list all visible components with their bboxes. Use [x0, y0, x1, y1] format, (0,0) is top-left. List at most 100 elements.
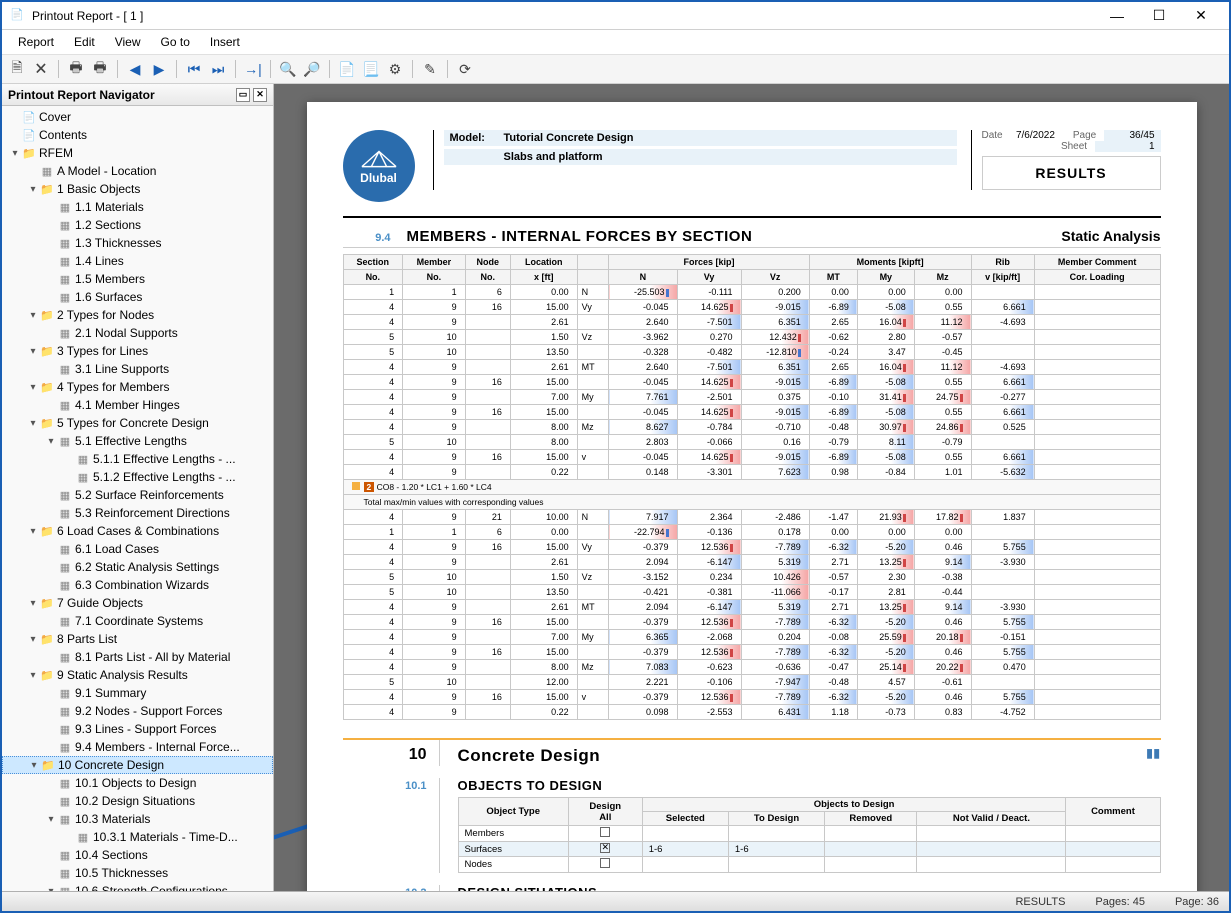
menu-insert[interactable]: Insert [200, 32, 250, 52]
tree-item[interactable]: ▦10.2 Design Situations [2, 792, 273, 810]
delete-icon[interactable]: 🗙 [30, 58, 52, 80]
tree-item[interactable]: ▦1.3 Thicknesses [2, 234, 273, 252]
folder-icon: 📁 [40, 632, 54, 646]
navigator-close-icon[interactable]: ✕ [253, 88, 267, 102]
tree-item[interactable]: ▦2.1 Nodal Supports [2, 324, 273, 342]
tree-item[interactable]: ▦9.4 Members - Internal Force... [2, 738, 273, 756]
tree-item[interactable]: ▦6.1 Load Cases [2, 540, 273, 558]
header-icon[interactable]: 📃 [360, 58, 382, 80]
grid-icon: ▦ [58, 254, 72, 268]
tree-item[interactable]: ▾📁5 Types for Concrete Design [2, 414, 273, 432]
settings-icon[interactable]: ⚙ [384, 58, 406, 80]
tree-item[interactable]: ▦1.1 Materials [2, 198, 273, 216]
minimize-button[interactable]: — [1097, 4, 1137, 28]
tree-item[interactable]: ▾📁9 Static Analysis Results [2, 666, 273, 684]
tree-item[interactable]: ▦A Model - Location [2, 162, 273, 180]
tree-item[interactable]: ▾▦10.3 Materials [2, 810, 273, 828]
grid-icon: ▦ [58, 272, 72, 286]
tree-item[interactable]: ▦7.1 Coordinate Systems [2, 612, 273, 630]
tree-item[interactable]: ▦5.3 Reinforcement Directions [2, 504, 273, 522]
tree-item[interactable]: ▦8.1 Parts List - All by Material [2, 648, 273, 666]
print-all-icon[interactable]: 🖶 [89, 58, 111, 80]
grid-icon: ▦ [58, 884, 72, 891]
tree-item[interactable]: ▾📁1 Basic Objects [2, 180, 273, 198]
tree-item[interactable]: ▦5.1.2 Effective Lengths - ... [2, 468, 273, 486]
zoom-in-icon[interactable]: 🔍 [277, 58, 299, 80]
tree-item[interactable]: 📄Contents [2, 126, 273, 144]
report-header: Dlubal Model: Tutorial Concrete Design S… [343, 130, 1161, 218]
section-10-2: 10.2 DESIGN SITUATIONS [343, 885, 1161, 891]
tree-item[interactable]: ▦10.5 Thicknesses [2, 864, 273, 882]
tree-item[interactable]: ▾📁2 Types for Nodes [2, 306, 273, 324]
section-9-4-header: 9.4 MEMBERS - INTERNAL FORCES BY SECTION… [343, 228, 1161, 248]
goto-page-icon[interactable]: →| [242, 58, 264, 80]
menu-report[interactable]: Report [8, 32, 64, 52]
refresh-icon[interactable]: ⟳ [454, 58, 476, 80]
tree-item[interactable]: ▦6.2 Static Analysis Settings [2, 558, 273, 576]
grid-icon: ▦ [58, 866, 72, 880]
tree-item[interactable]: ▾📁4 Types for Members [2, 378, 273, 396]
sheet-value: 1 [1095, 141, 1160, 152]
tree-item[interactable]: ▦5.2 Surface Reinforcements [2, 486, 273, 504]
tree-item[interactable]: ▦3.1 Line Supports [2, 360, 273, 378]
section-10-1: 10.1 OBJECTS TO DESIGN Object TypeDesign… [343, 778, 1161, 873]
tree-item[interactable]: ▦10.1 Objects to Design [2, 774, 273, 792]
report-page: Dlubal Model: Tutorial Concrete Design S… [307, 102, 1197, 891]
grid-icon: ▦ [76, 470, 90, 484]
next-icon[interactable]: ▶ [148, 58, 170, 80]
grid-icon: ▦ [40, 164, 54, 178]
tree-item[interactable]: ▾📁6 Load Cases & Combinations [2, 522, 273, 540]
close-button[interactable]: ✕ [1181, 4, 1221, 28]
tree-item[interactable]: ▾📁8 Parts List [2, 630, 273, 648]
status-pages: Pages: 45 [1095, 896, 1145, 908]
maximize-button[interactable]: ☐ [1139, 4, 1179, 28]
tree-item[interactable]: ▾📁3 Types for Lines [2, 342, 273, 360]
navigator-tree[interactable]: 📄Cover📄Contents▾📁RFEM▦A Model - Location… [2, 106, 273, 891]
zoom-out-icon[interactable]: 🔎 [301, 58, 323, 80]
menu-edit[interactable]: Edit [64, 32, 105, 52]
folder-icon: 📁 [40, 344, 54, 358]
page-setup-icon[interactable]: 📄 [336, 58, 358, 80]
grid-icon: ▦ [58, 434, 72, 448]
menu-view[interactable]: View [105, 32, 151, 52]
tree-item[interactable]: ▦5.1.1 Effective Lengths - ... [2, 450, 273, 468]
tree-item[interactable]: ▦10.3.1 Materials - Time-D... [2, 828, 273, 846]
tree-item[interactable]: ▾📁7 Guide Objects [2, 594, 273, 612]
grid-icon: ▦ [58, 722, 72, 736]
new-icon[interactable]: 🗎 [6, 58, 28, 80]
tree-item[interactable]: ▦1.2 Sections [2, 216, 273, 234]
logo: Dlubal [343, 130, 415, 202]
navigator-dock-icon[interactable]: ▭ [236, 88, 250, 102]
tree-item[interactable]: ▾📁RFEM [2, 144, 273, 162]
tree-item[interactable]: 📄Cover [2, 108, 273, 126]
tree-item[interactable]: ▦4.1 Member Hinges [2, 396, 273, 414]
edit-icon[interactable]: ✎ [419, 58, 441, 80]
last-icon[interactable]: ⏭ [207, 58, 229, 80]
grid-icon: ▦ [76, 452, 90, 466]
tree-item[interactable]: ▦1.6 Surfaces [2, 288, 273, 306]
tree-item[interactable]: ▦9.1 Summary [2, 684, 273, 702]
tree-item[interactable]: ▾📁10 Concrete Design [2, 756, 273, 774]
print-icon[interactable]: 🖶 [65, 58, 87, 80]
tree-item[interactable]: ▦6.3 Combination Wizards [2, 576, 273, 594]
model-subtitle: Slabs and platform [504, 151, 603, 163]
tree-item[interactable]: ▦1.4 Lines [2, 252, 273, 270]
folder-icon: 📁 [40, 416, 54, 430]
app-window: 📄 Printout Report - [ 1 ] — ☐ ✕ Report E… [0, 0, 1231, 913]
first-icon[interactable]: ⏮ [183, 58, 205, 80]
report-viewport[interactable]: Dlubal Model: Tutorial Concrete Design S… [274, 84, 1229, 891]
menu-goto[interactable]: Go to [151, 32, 200, 52]
grid-icon: ▦ [58, 506, 72, 520]
tree-item[interactable]: ▦10.4 Sections [2, 846, 273, 864]
model-value: Tutorial Concrete Design [504, 132, 634, 144]
doc-icon: 📄 [22, 128, 36, 142]
grid-icon: ▦ [58, 362, 72, 376]
tree-item[interactable]: ▾▦5.1 Effective Lengths [2, 432, 273, 450]
tree-item[interactable]: ▾▦10.6 Strength Configurations [2, 882, 273, 891]
tree-item[interactable]: ▦1.5 Members [2, 270, 273, 288]
grid-icon: ▦ [58, 236, 72, 250]
tree-item[interactable]: ▦9.3 Lines - Support Forces [2, 720, 273, 738]
prev-icon[interactable]: ◀ [124, 58, 146, 80]
tree-item[interactable]: ▦9.2 Nodes - Support Forces [2, 702, 273, 720]
doc-icon: 📄 [22, 110, 36, 124]
